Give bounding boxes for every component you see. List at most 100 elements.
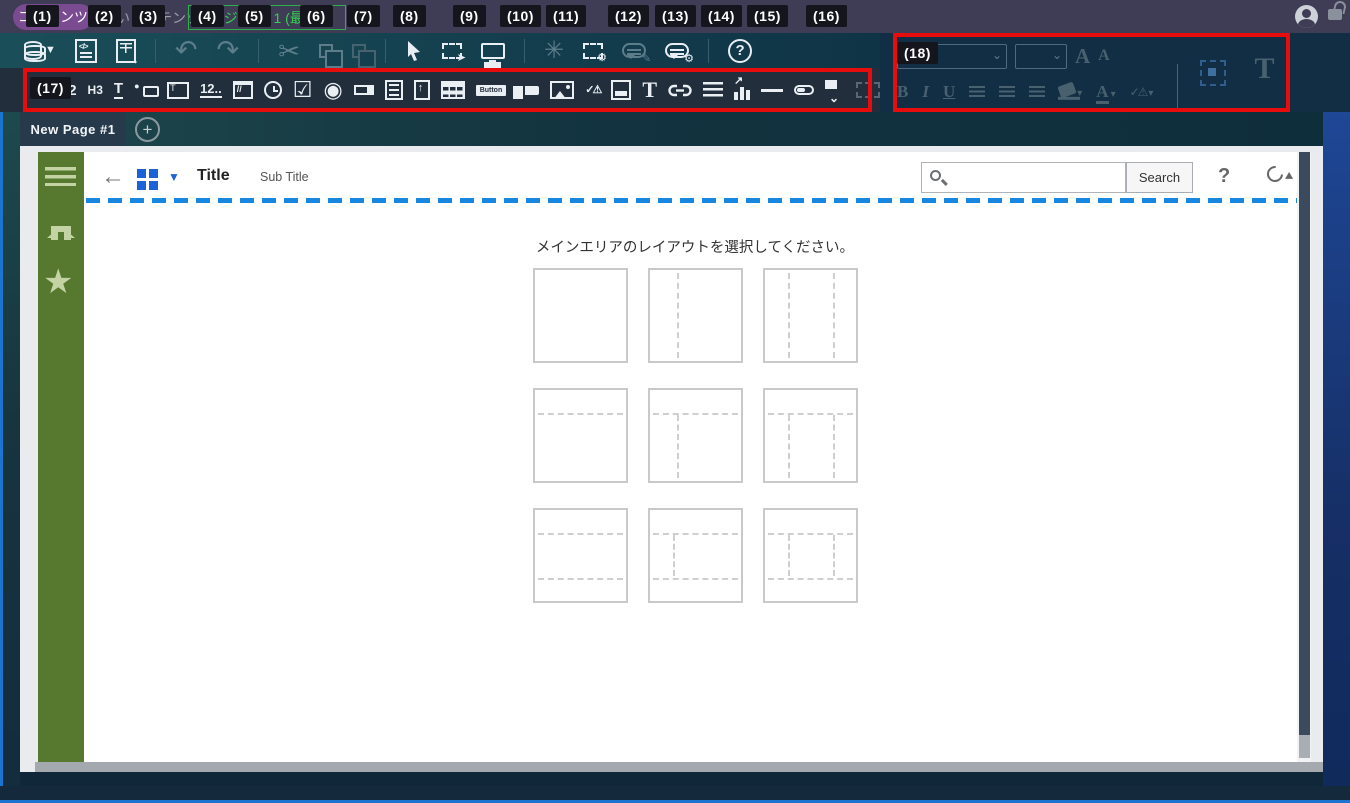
redo-icon[interactable]: ↷ xyxy=(217,37,240,64)
status-color-button[interactable]: ✓⚠ ▾ xyxy=(1130,83,1154,101)
search-button[interactable]: Search xyxy=(1126,162,1193,193)
text-tool-icon[interactable]: T xyxy=(1254,52,1274,86)
layout-option-header-two-columns-footer[interactable] xyxy=(648,508,743,603)
table-icon[interactable] xyxy=(440,81,465,99)
text-label-icon[interactable]: T xyxy=(642,79,657,101)
layout-option-header-three-columns[interactable] xyxy=(763,388,858,483)
mark-3[interactable]: (3) xyxy=(132,5,165,27)
data-source-icon[interactable]: ▼ xyxy=(24,41,56,62)
chart-icon[interactable] xyxy=(734,76,750,100)
flow-action-icon[interactable] xyxy=(825,80,845,104)
align-right-icon[interactable] xyxy=(1029,85,1046,99)
grid-dropdown-caret-icon[interactable]: ▼ xyxy=(168,170,180,184)
date-field-icon[interactable] xyxy=(232,81,253,99)
vertical-scrollbar-thumb-lower[interactable] xyxy=(1298,735,1310,758)
pointer-tool-icon[interactable] xyxy=(405,40,423,62)
number-field-icon[interactable]: 12.. xyxy=(200,82,222,98)
font-size-select[interactable] xyxy=(1015,43,1067,69)
mark-2[interactable]: (2) xyxy=(88,5,121,27)
time-field-icon[interactable] xyxy=(263,81,282,99)
copy-icon[interactable] xyxy=(318,43,343,68)
heading3-icon[interactable]: H3 xyxy=(88,84,103,96)
horizontal-rule-icon[interactable] xyxy=(761,88,783,92)
home-icon[interactable] xyxy=(47,224,75,246)
font-decrease-button[interactable]: A xyxy=(1098,47,1110,65)
layout-option-header-footer[interactable] xyxy=(533,508,628,603)
marquee-select-icon[interactable]: ➤ xyxy=(441,42,466,63)
button-component-icon[interactable]: Button xyxy=(475,84,507,96)
marquee-settings-icon[interactable]: ⚙ xyxy=(583,42,607,63)
image-icon[interactable] xyxy=(550,81,575,99)
favorites-star-icon[interactable]: ★ xyxy=(43,262,73,302)
mark-6[interactable]: (6) xyxy=(300,5,333,27)
undo-icon[interactable]: ↶ xyxy=(175,37,198,64)
layout-option-header-three-columns-footer[interactable] xyxy=(763,508,858,603)
mark-12[interactable]: (12) xyxy=(608,5,649,27)
listbox-icon[interactable] xyxy=(384,80,403,100)
unlock-icon[interactable] xyxy=(1328,9,1342,20)
export-sheet-icon[interactable]: ↓ xyxy=(115,38,139,65)
move-tool-icon[interactable] xyxy=(1200,60,1227,86)
cut-icon[interactable]: ✂ xyxy=(278,38,300,64)
preview-monitor-icon[interactable] xyxy=(480,42,505,64)
mark-14[interactable]: (14) xyxy=(701,5,742,27)
search-input[interactable] xyxy=(950,164,1122,191)
mark-15[interactable]: (15) xyxy=(747,5,788,27)
mark-5[interactable]: (5) xyxy=(238,5,271,27)
mark-18[interactable]: (18) xyxy=(897,42,938,64)
mark-10[interactable]: (10) xyxy=(500,5,541,27)
app-grid-icon[interactable] xyxy=(137,169,146,178)
tab-new-page-1[interactable]: New Page #1 xyxy=(20,112,126,146)
layout-option-header-two-columns[interactable] xyxy=(648,388,743,483)
align-center-icon[interactable] xyxy=(999,85,1016,99)
file-upload-icon[interactable] xyxy=(413,80,430,100)
layout-option-single[interactable] xyxy=(533,268,628,363)
back-arrow-icon[interactable]: ← xyxy=(101,163,125,191)
panel-icon[interactable] xyxy=(611,80,632,100)
fill-color-button[interactable]: ▾ xyxy=(1057,81,1082,101)
dropdown-icon[interactable] xyxy=(353,85,374,95)
list-view-icon[interactable] xyxy=(703,82,723,98)
layout-option-header-single[interactable] xyxy=(533,388,628,483)
comment-settings-icon[interactable]: ⚙ xyxy=(665,43,694,65)
page-help-icon[interactable]: ? xyxy=(1218,165,1230,188)
mark-17[interactable]: (17) xyxy=(30,77,71,99)
hamburger-menu-icon[interactable] xyxy=(45,167,76,186)
source-code-icon[interactable]: </> xyxy=(74,38,97,63)
textarea-icon[interactable]: T xyxy=(167,81,190,99)
bold-button[interactable]: B xyxy=(897,82,908,102)
linked-field-icon[interactable] xyxy=(134,82,160,97)
slider-icon[interactable] xyxy=(511,83,540,101)
mark-8[interactable]: (8) xyxy=(393,5,426,27)
layout-option-three-columns[interactable] xyxy=(763,268,858,363)
radio-icon[interactable]: ◉ xyxy=(323,79,342,101)
mark-16[interactable]: (16) xyxy=(806,5,847,27)
mark-11[interactable]: (11) xyxy=(546,5,587,27)
help-icon[interactable]: ? xyxy=(728,38,753,63)
underline-button[interactable]: U xyxy=(943,82,955,102)
snap-grid-icon[interactable]: ✳ xyxy=(544,38,564,63)
font-color-button[interactable]: A ▾ xyxy=(1096,82,1116,104)
link-icon[interactable] xyxy=(668,82,692,99)
mark-4[interactable]: (4) xyxy=(191,5,224,27)
vertical-scrollbar[interactable] xyxy=(1297,152,1311,762)
italic-button[interactable]: I xyxy=(922,82,929,102)
textfield-icon[interactable]: T xyxy=(113,81,124,99)
paste-icon[interactable] xyxy=(351,43,376,68)
refresh-icon[interactable] xyxy=(1263,162,1287,186)
mark-13[interactable]: (13) xyxy=(655,5,696,27)
checkbox-icon[interactable]: ☑ xyxy=(293,79,313,101)
comment-edit-icon[interactable]: ✎ xyxy=(622,43,651,65)
pill-toggle-icon[interactable] xyxy=(794,85,814,95)
mark-9[interactable]: (9) xyxy=(453,5,486,27)
vertical-scrollbar-thumb[interactable] xyxy=(1298,152,1310,735)
align-left-icon[interactable] xyxy=(969,85,986,99)
user-avatar-icon[interactable] xyxy=(1295,5,1318,28)
status-indicator-icon[interactable]: ✓⚠ xyxy=(585,84,602,96)
add-page-button[interactable]: + xyxy=(135,116,160,142)
mark-1[interactable]: (1) xyxy=(26,5,59,27)
mark-7[interactable]: (7) xyxy=(347,5,380,27)
layout-option-two-columns[interactable] xyxy=(648,268,743,363)
font-increase-button[interactable]: A xyxy=(1075,44,1090,69)
horizontal-scrollbar-thumb[interactable] xyxy=(35,762,1323,772)
